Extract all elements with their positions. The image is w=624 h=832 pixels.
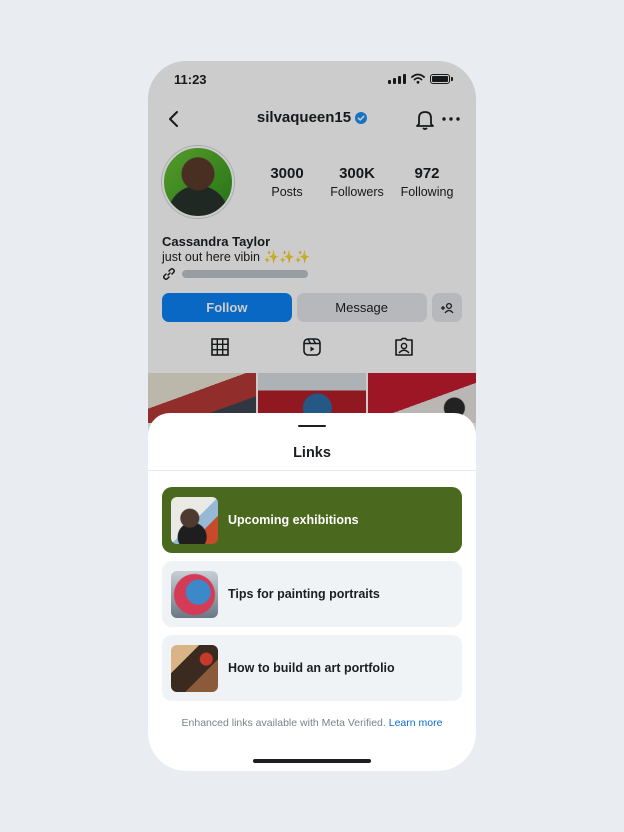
home-indicator	[253, 759, 371, 763]
link-item-upcoming-exhibitions[interactable]: Upcoming exhibitions	[162, 487, 462, 553]
link-label: Tips for painting portraits	[228, 587, 380, 601]
footer-text: Enhanced links available with Meta Verif…	[181, 717, 386, 729]
sheet-title: Links	[293, 445, 331, 461]
link-label: How to build an art portfolio	[228, 661, 395, 675]
sheet-divider	[148, 470, 476, 471]
learn-more-link[interactable]: Learn more	[389, 717, 443, 729]
links-bottom-sheet: Links Upcoming exhibitions Tips for pain…	[148, 413, 476, 771]
phone-frame: 11:23 silvaqueen15 3000 Posts 300K Follo…	[148, 61, 476, 771]
link-thumbnail	[171, 570, 218, 618]
sheet-drag-handle[interactable]	[298, 425, 326, 427]
link-item-art-portfolio[interactable]: How to build an art portfolio	[162, 635, 462, 701]
link-thumbnail	[171, 644, 218, 692]
link-item-painting-portraits[interactable]: Tips for painting portraits	[162, 561, 462, 627]
meta-verified-note: Enhanced links available with Meta Verif…	[148, 717, 476, 729]
link-label: Upcoming exhibitions	[228, 513, 359, 527]
link-thumbnail	[171, 496, 218, 544]
